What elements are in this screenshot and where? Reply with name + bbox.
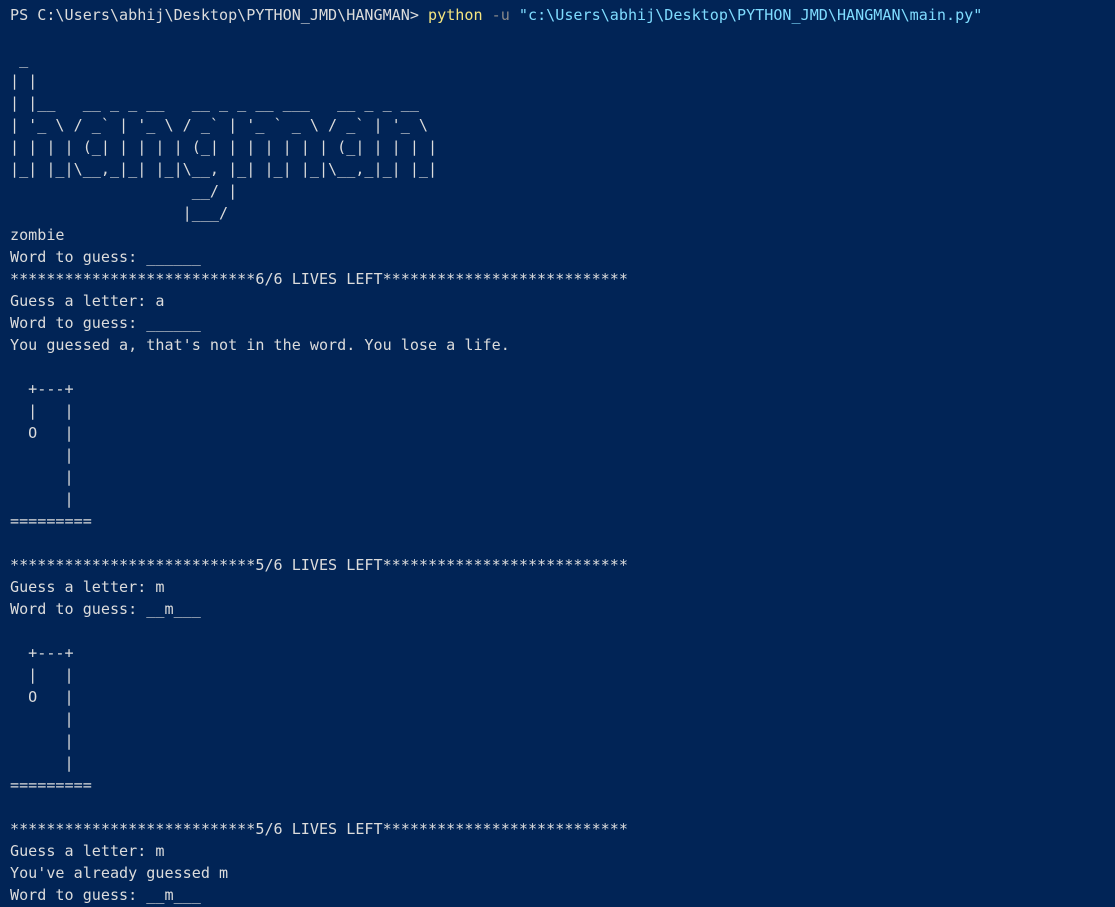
output-line: | |__ __ _ _ __ __ _ _ __ ___ __ _ _ __ xyxy=(10,94,419,112)
output-line: Word to guess: __m___ xyxy=(10,600,201,618)
output-line: ========= xyxy=(10,512,92,530)
output-line: O | xyxy=(10,688,74,706)
prompt-flag: -u xyxy=(482,6,519,24)
output-line: Guess a letter: a xyxy=(10,292,165,310)
output-line: ***************************6/6 LIVES LEF… xyxy=(10,270,628,288)
output-line: ***************************5/6 LIVES LEF… xyxy=(10,820,628,838)
output-line: | xyxy=(10,754,74,772)
output-line: | '_ \ / _` | '_ \ / _` | '_ ` _ \ / _` … xyxy=(10,116,429,134)
prompt-line: PS C:\Users\abhij\Desktop\PYTHON_JMD\HAN… xyxy=(10,4,1115,26)
output-line: | | xyxy=(10,666,74,684)
output-line: | xyxy=(10,468,74,486)
output-line: ***************************5/6 LIVES LEF… xyxy=(10,556,628,574)
output-line: Guess a letter: m xyxy=(10,842,165,860)
output-line: |_| |_|\__,_|_| |_|\__, |_| |_| |_|\__,_… xyxy=(10,160,438,178)
output-line: +---+ xyxy=(10,644,74,662)
output-line: You've already guessed m xyxy=(10,864,229,882)
output-line: +---+ xyxy=(10,380,74,398)
output-line: | | xyxy=(10,402,74,420)
prompt-path: PS C:\Users\abhij\Desktop\PYTHON_JMD\HAN… xyxy=(10,6,429,24)
prompt-command: python xyxy=(428,6,483,24)
terminal-window[interactable]: PS C:\Users\abhij\Desktop\PYTHON_JMD\HAN… xyxy=(0,0,1115,907)
output-line: ========= xyxy=(10,776,92,794)
output-line: __/ | xyxy=(10,182,238,200)
output-line: | | | | (_| | | | | (_| | | | | | | (_| … xyxy=(10,138,438,156)
output-line: | xyxy=(10,710,74,728)
output-line: | xyxy=(10,732,74,750)
output-line: You guessed a, that's not in the word. Y… xyxy=(10,336,510,354)
output-line: Word to guess: __m___ xyxy=(10,886,201,904)
output-line: Guess a letter: m xyxy=(10,578,165,596)
output-line: zombie xyxy=(10,226,65,244)
output-line: |___/ xyxy=(10,204,229,222)
terminal-output: _ | | | |__ __ _ _ __ __ _ _ __ ___ __ _ _… xyxy=(10,26,1115,906)
output-line: | xyxy=(10,446,74,464)
output-line: _ xyxy=(10,50,29,68)
output-line: O | xyxy=(10,424,74,442)
output-line: Word to guess: ______ xyxy=(10,248,201,266)
output-line: | | xyxy=(10,72,38,90)
output-line: Word to guess: ______ xyxy=(10,314,201,332)
prompt-argument: "c:\Users\abhij\Desktop\PYTHON_JMD\HANGM… xyxy=(518,6,983,24)
output-line: | xyxy=(10,490,74,508)
